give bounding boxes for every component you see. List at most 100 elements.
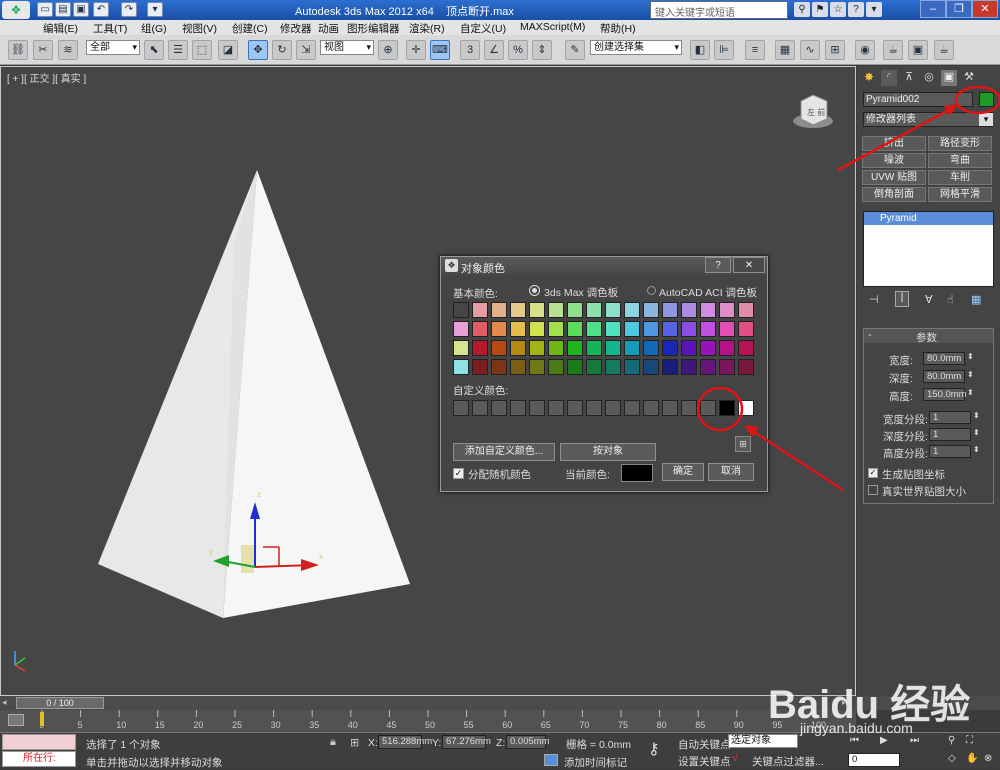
modifier-lathe-button[interactable]: 车削 bbox=[928, 170, 992, 185]
current-color-swatch[interactable] bbox=[621, 464, 653, 482]
add-time-tag[interactable]: 添加时间标记 bbox=[564, 755, 627, 770]
object-color-swatch[interactable] bbox=[979, 92, 994, 107]
custom-color-swatch[interactable] bbox=[453, 400, 469, 416]
basic-color-swatch[interactable] bbox=[700, 321, 716, 337]
basic-color-swatch[interactable] bbox=[453, 321, 469, 337]
add-time-tag-icon[interactable] bbox=[544, 754, 558, 766]
basic-color-swatch[interactable] bbox=[453, 340, 469, 356]
select-and-scale-icon[interactable]: ⇲ bbox=[296, 40, 316, 60]
material-editor-icon[interactable]: ◉ bbox=[855, 40, 875, 60]
close-window-icon[interactable]: ✕ bbox=[972, 0, 998, 18]
basic-color-swatch[interactable] bbox=[510, 359, 526, 375]
x-coordinate-input[interactable]: 516.288mm bbox=[378, 735, 432, 749]
schematic-view-icon[interactable]: ⊞ bbox=[825, 40, 845, 60]
depth-spinner-icon[interactable]: ⬍ bbox=[967, 370, 974, 379]
basic-color-swatch[interactable] bbox=[624, 359, 640, 375]
basic-color-swatch[interactable] bbox=[472, 340, 488, 356]
width-segs-input[interactable]: 1 bbox=[929, 411, 971, 424]
window-crossing-icon[interactable]: ◪ bbox=[218, 40, 238, 60]
width-spinner-icon[interactable]: ⬍ bbox=[967, 352, 974, 361]
menu-animation[interactable]: 动画 bbox=[318, 21, 339, 36]
select-and-rotate-icon[interactable]: ↻ bbox=[272, 40, 292, 60]
basic-color-swatch[interactable] bbox=[472, 321, 488, 337]
basic-color-swatch[interactable] bbox=[605, 340, 621, 356]
communication-center-icon[interactable]: ⚑ bbox=[812, 2, 828, 17]
basic-color-swatch[interactable] bbox=[586, 321, 602, 337]
show-end-result-icon[interactable]: | bbox=[895, 291, 909, 307]
bind-space-warp-icon[interactable]: ≋ bbox=[58, 40, 78, 60]
custom-color-swatch[interactable] bbox=[548, 400, 564, 416]
align-icon[interactable]: ⊫ bbox=[714, 40, 734, 60]
basic-color-swatch[interactable] bbox=[548, 340, 564, 356]
key-filter-icon[interactable]: √ bbox=[732, 752, 738, 764]
redo-icon[interactable]: ↷ bbox=[121, 2, 137, 17]
auto-key-button[interactable]: 自动关键点 bbox=[678, 737, 731, 752]
named-selection-dropdown[interactable]: 创建选择集 bbox=[590, 40, 682, 55]
basic-color-swatch[interactable] bbox=[624, 321, 640, 337]
basic-color-swatch[interactable] bbox=[662, 321, 678, 337]
select-object-icon[interactable]: ⬉ bbox=[144, 40, 164, 60]
cancel-button[interactable]: 取消 bbox=[708, 463, 754, 481]
snaps-toggle-icon[interactable]: 3 bbox=[460, 40, 480, 60]
mirror-icon[interactable]: ◧ bbox=[690, 40, 710, 60]
custom-color-swatch[interactable] bbox=[567, 400, 583, 416]
basic-color-swatch[interactable] bbox=[453, 359, 469, 375]
dialog-close-button[interactable]: ✕ bbox=[733, 257, 765, 273]
go-to-start-icon[interactable]: ⏮ bbox=[850, 735, 859, 746]
orbit-icon[interactable]: ⊗ bbox=[984, 753, 992, 764]
undo-icon[interactable]: ↶ bbox=[93, 2, 109, 17]
search-input[interactable]: 键入关键字或短语 bbox=[650, 1, 788, 19]
help-icon[interactable]: ? bbox=[848, 2, 864, 17]
basic-color-swatch[interactable] bbox=[510, 321, 526, 337]
height-segs-input[interactable]: 1 bbox=[929, 445, 971, 458]
keyboard-shortcut-override-icon[interactable]: ⌨ bbox=[430, 40, 450, 60]
radio-autocad-palette[interactable] bbox=[647, 286, 656, 295]
basic-color-swatch[interactable] bbox=[567, 340, 583, 356]
zoom-icon[interactable]: ⚲ bbox=[948, 735, 955, 746]
selected-object-dropdown[interactable]: 选定对象 bbox=[728, 734, 798, 748]
ok-button[interactable]: 确定 bbox=[662, 463, 704, 481]
basic-color-swatch[interactable] bbox=[529, 359, 545, 375]
rendered-frame-window-icon[interactable]: ▣ bbox=[908, 40, 928, 60]
modifier-extrude-button[interactable]: 挤出 bbox=[862, 136, 926, 151]
custom-color-swatch[interactable] bbox=[681, 400, 697, 416]
lock-selection-icon[interactable]: 🔒︎ bbox=[330, 736, 336, 749]
unlink-icon[interactable]: ✂ bbox=[33, 40, 53, 60]
percent-snap-icon[interactable]: % bbox=[508, 40, 528, 60]
pin-stack-icon[interactable]: ⊣ bbox=[869, 293, 879, 306]
make-unique-icon[interactable]: ∀ bbox=[925, 293, 933, 306]
modify-tab-icon[interactable]: ◜ bbox=[881, 70, 897, 86]
custom-color-swatch[interactable] bbox=[662, 400, 678, 416]
basic-color-swatch[interactable] bbox=[472, 302, 488, 318]
custom-color-swatch[interactable] bbox=[586, 400, 602, 416]
basic-color-swatch[interactable] bbox=[700, 302, 716, 318]
basic-color-swatch[interactable] bbox=[643, 340, 659, 356]
by-object-button[interactable]: 按对象 bbox=[560, 443, 656, 461]
basic-color-swatch[interactable] bbox=[510, 340, 526, 356]
basic-color-swatch[interactable] bbox=[643, 359, 659, 375]
custom-color-swatch[interactable] bbox=[738, 400, 754, 416]
basic-color-swatch[interactable] bbox=[586, 359, 602, 375]
new-file-icon[interactable]: ▭ bbox=[37, 2, 53, 17]
color-picker-icon[interactable]: ⊞ bbox=[735, 436, 751, 452]
assign-random-label[interactable]: 分配随机颜色 bbox=[468, 467, 531, 482]
menu-tools[interactable]: 工具(T) bbox=[93, 21, 127, 36]
menu-views[interactable]: 视图(V) bbox=[182, 21, 217, 36]
basic-color-swatch[interactable] bbox=[567, 321, 583, 337]
basic-color-swatch[interactable] bbox=[681, 302, 697, 318]
basic-color-swatch[interactable] bbox=[586, 340, 602, 356]
basic-color-swatch[interactable] bbox=[548, 321, 564, 337]
parameters-rollout-header[interactable]: - 参数 bbox=[864, 329, 993, 344]
basic-color-swatch[interactable] bbox=[624, 340, 640, 356]
rollout-collapse-icon[interactable]: - bbox=[868, 329, 872, 341]
basic-color-swatch[interactable] bbox=[643, 302, 659, 318]
basic-color-swatch[interactable] bbox=[624, 302, 640, 318]
basic-color-swatch[interactable] bbox=[681, 340, 697, 356]
basic-color-swatch[interactable] bbox=[586, 302, 602, 318]
link-icon[interactable]: ⛓ bbox=[8, 40, 28, 60]
menu-help[interactable]: 帮助(H) bbox=[600, 21, 636, 36]
set-key-icon[interactable]: ⚷ bbox=[648, 739, 660, 759]
binoculars-icon[interactable]: ⚲ bbox=[794, 2, 810, 17]
save-file-icon[interactable]: ▣ bbox=[73, 2, 89, 17]
motion-tab-icon[interactable]: ◎ bbox=[921, 70, 937, 86]
